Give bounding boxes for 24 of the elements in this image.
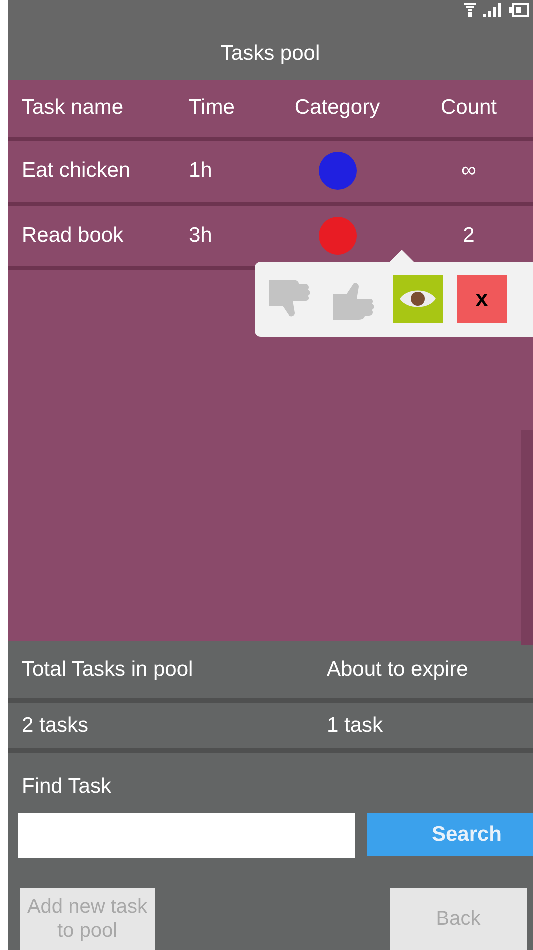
battery-icon	[509, 3, 529, 17]
task-time: 1h	[189, 159, 212, 184]
stat-label: Total Tasks in pool	[21, 658, 194, 682]
task-time: 3h	[189, 224, 212, 248]
find-label: Find Task	[22, 775, 112, 799]
stat-value: 1 task	[326, 714, 384, 738]
screen-title: Tasks pool	[220, 42, 320, 66]
task-count: ∞	[462, 159, 476, 184]
task-name: Read book	[22, 224, 124, 248]
view-button[interactable]	[393, 275, 443, 324]
delete-button[interactable]: x	[457, 275, 507, 324]
search-button[interactable]: Search	[367, 813, 533, 856]
signal-icon	[483, 3, 503, 17]
scrollbar[interactable]	[521, 430, 533, 645]
column-header: Time	[189, 96, 235, 120]
column-header: Count	[440, 96, 498, 120]
column-header: Task name	[22, 96, 124, 120]
stat-value: 2 tasks	[21, 714, 90, 738]
stat-label: About to expire	[326, 658, 470, 682]
column-header: Category	[294, 96, 380, 120]
search-field[interactable]	[18, 813, 355, 858]
wifi-icon	[463, 3, 477, 17]
task-count: 2	[463, 224, 475, 248]
task-name: Eat chicken	[22, 159, 131, 184]
